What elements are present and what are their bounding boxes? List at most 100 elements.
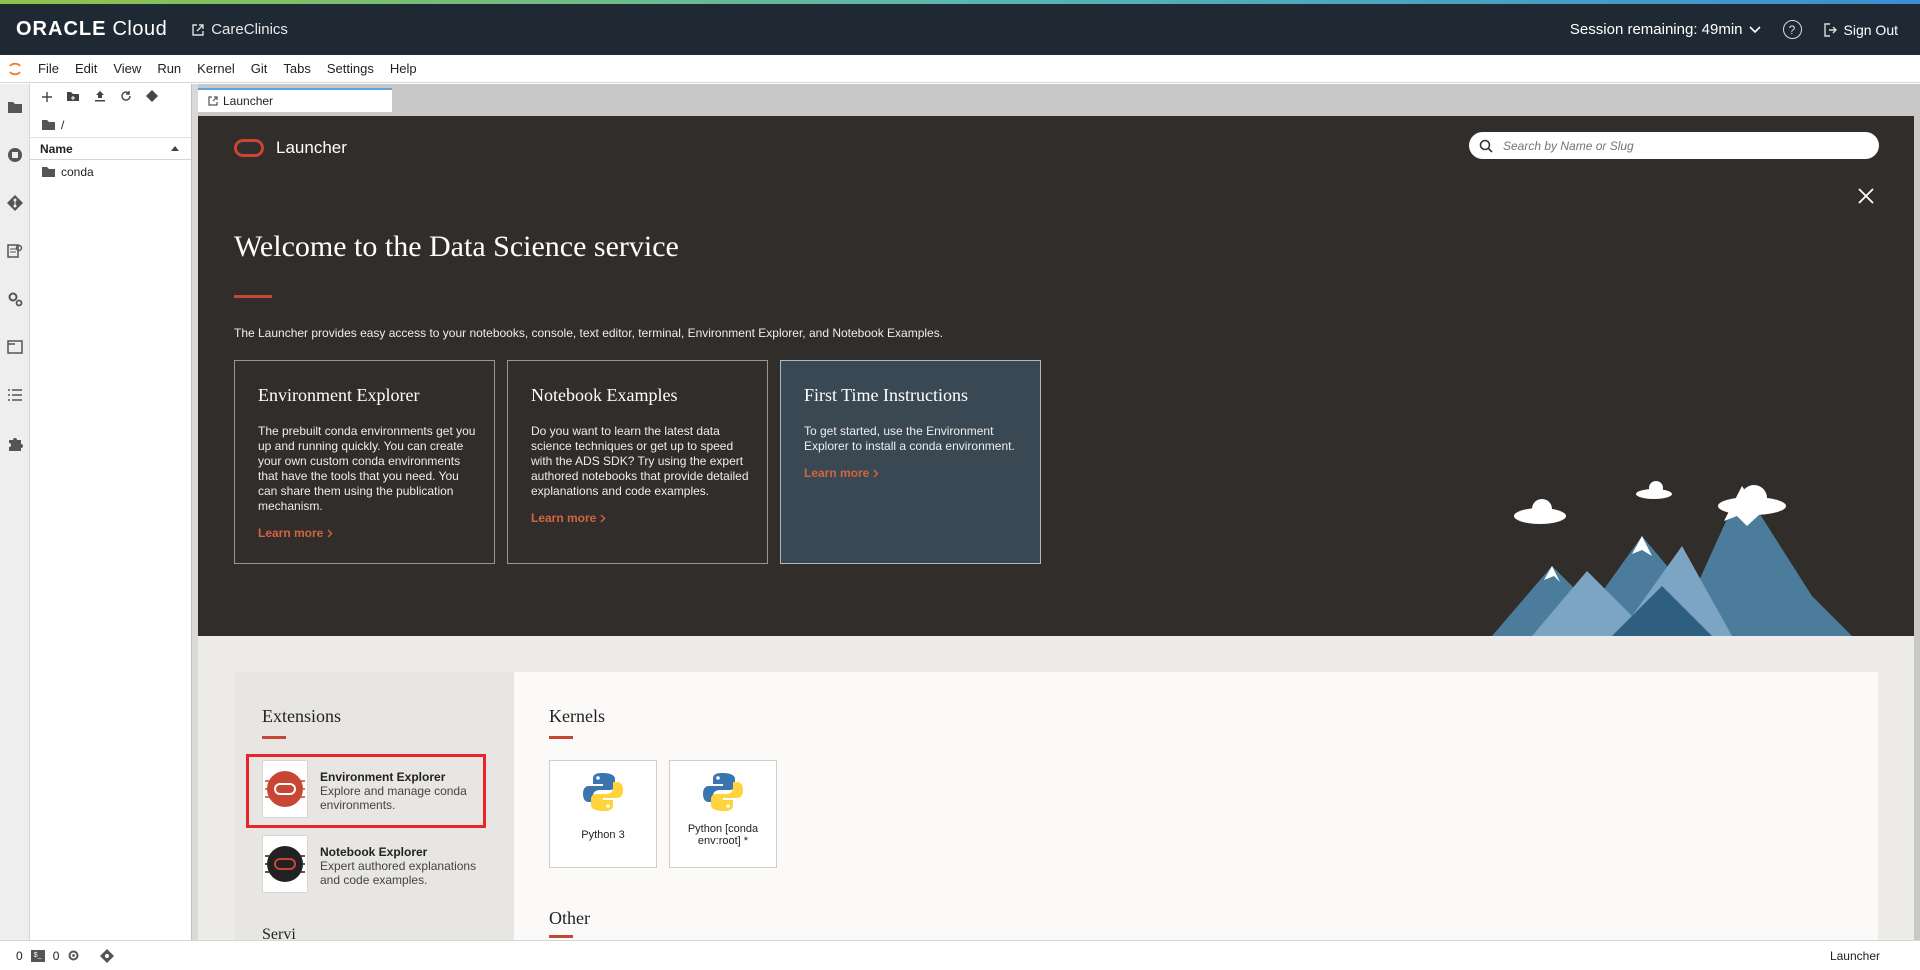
mountains-illustration [1492,481,1852,636]
launcher-panel: Launcher Welcome to the Data Science ser… [198,112,1920,943]
search-icon [1479,139,1493,153]
chevron-right-icon [600,514,606,522]
list-item[interactable]: conda [30,160,191,184]
terminal-icon[interactable]: $_ [30,949,45,962]
tab-label: Launcher [223,94,274,108]
menu-edit[interactable]: Edit [67,61,105,76]
card-title: First Time Instructions [804,385,969,405]
other-title: Other [549,908,590,928]
learn-more-link[interactable]: Learn more [258,526,476,540]
jupyter-logo-icon [0,61,30,77]
search-input[interactable] [1503,138,1863,153]
folder-icon [42,167,55,177]
extension-notebook-explorer[interactable]: Notebook Explorer Expert authored explan… [262,835,492,893]
menu-git[interactable]: Git [243,61,276,76]
table-of-contents-icon[interactable] [6,386,24,404]
learn-more-link[interactable]: Learn more [804,466,1022,480]
other-divider [549,935,573,938]
activity-bar [0,84,30,940]
running-count[interactable]: 0 [16,949,23,963]
chevron-right-icon [873,469,879,477]
notebook-explorer-icon [262,835,308,893]
menu-settings[interactable]: Settings [319,61,382,76]
oracle-header: ORACLE Cloud CareClinics Session remaini… [0,4,1920,55]
session-label: Session remaining: 49min [1569,21,1743,38]
python-logo-icon [583,773,623,811]
upload-icon[interactable] [94,89,106,107]
close-icon[interactable] [1856,186,1876,206]
settings-gear-icon[interactable] [67,949,80,962]
tabs-icon[interactable] [6,338,24,356]
git-clone-icon[interactable] [146,89,158,107]
file-name: conda [61,165,94,179]
card-body: The prebuilt conda environments get you … [258,424,476,513]
file-list-header[interactable]: Name [30,138,191,160]
external-link-icon [192,23,204,36]
name-column-header[interactable]: Name [40,142,73,156]
kernel-python-3[interactable]: Python 3 [549,760,657,868]
card-title: Notebook Examples [531,385,678,405]
extensions-puzzle-icon[interactable] [6,434,24,452]
extension-title: Notebook Explorer [320,845,428,859]
brand-suffix: Cloud [112,18,168,40]
breadcrumb-path[interactable]: / [61,118,64,132]
extensions-divider [262,736,286,739]
launcher-tab-icon [208,96,218,106]
running-sessions-icon[interactable] [6,146,24,164]
kernel-label: Python [conda env:root] * [687,823,759,847]
tab-launcher[interactable]: Launcher [198,88,392,112]
menu-view[interactable]: View [105,61,149,76]
welcome-title: Welcome to the Data Science service [234,230,679,263]
file-browser-icon[interactable] [6,98,24,116]
kernels-panel: Kernels Python 3 Python [conda env:root]… [514,672,1878,940]
git-status-icon[interactable] [100,948,115,963]
help-icon[interactable]: ? [1782,20,1802,39]
card-body: Do you want to learn the latest data sci… [531,424,749,498]
menu-kernel[interactable]: Kernel [189,61,243,76]
extension-description: Expert authored explanations and code ex… [320,859,477,887]
new-launcher-icon[interactable] [42,89,52,107]
menu-help[interactable]: Help [382,61,425,76]
card-notebook-examples[interactable]: Notebook Examples Do you want to learn t… [507,360,768,564]
settings-gears-icon[interactable] [6,290,24,308]
learn-more-link[interactable]: Learn more [531,511,749,525]
brand-name: ORACLE [16,18,107,40]
kernels-title: Kernels [549,706,605,726]
card-environment-explorer[interactable]: Environment Explorer The prebuilt conda … [234,360,495,564]
kernel-count[interactable]: 0 [53,949,60,963]
menu-run[interactable]: Run [149,61,189,76]
refresh-icon[interactable] [120,89,132,107]
launcher-title: Launcher [276,138,347,157]
session-dropdown[interactable]: Session remaining: 49min [1570,21,1761,38]
git-icon[interactable] [6,194,24,212]
new-folder-icon[interactable] [66,89,80,107]
kernel-python-conda-root[interactable]: Python [conda env:root] * [669,760,777,868]
highlight-box [246,754,486,828]
chevron-down-icon [1748,25,1761,33]
extensions-title: Extensions [262,706,341,726]
kernels-divider [549,736,573,739]
property-inspector-icon[interactable] [6,242,24,260]
menu-file[interactable]: File [30,61,67,76]
launcher-search[interactable] [1469,132,1879,159]
sign-out-label: Sign Out [1843,21,1898,38]
status-bar: 0 $_ 0 Launcher [0,940,1920,970]
launcher-hero: Launcher Welcome to the Data Science ser… [198,116,1914,636]
oracle-pill-icon [234,139,264,157]
tab-bar: Launcher [198,84,1920,112]
welcome-description: The Launcher provides easy access to you… [234,326,944,340]
file-browser-panel: / Name conda [30,84,192,940]
card-body: To get started, use the Environment Expl… [804,424,1015,453]
sort-ascending-icon [171,146,179,151]
breadcrumb: / [30,112,191,138]
sign-out-icon [1823,22,1837,37]
sign-out-button[interactable]: Sign Out [1823,21,1898,38]
tenant-link[interactable]: CareClinics [191,21,288,38]
card-first-time-instructions[interactable]: First Time Instructions To get started, … [780,360,1041,564]
folder-icon[interactable] [42,119,55,130]
launcher-sections: Extensions Environment Explorer Explore … [198,636,1914,943]
launcher-header: Launcher [234,138,347,158]
menu-tabs[interactable]: Tabs [275,61,318,76]
oracle-cloud-logo[interactable]: ORACLE Cloud [16,18,167,41]
card-title: Environment Explorer [258,385,420,405]
